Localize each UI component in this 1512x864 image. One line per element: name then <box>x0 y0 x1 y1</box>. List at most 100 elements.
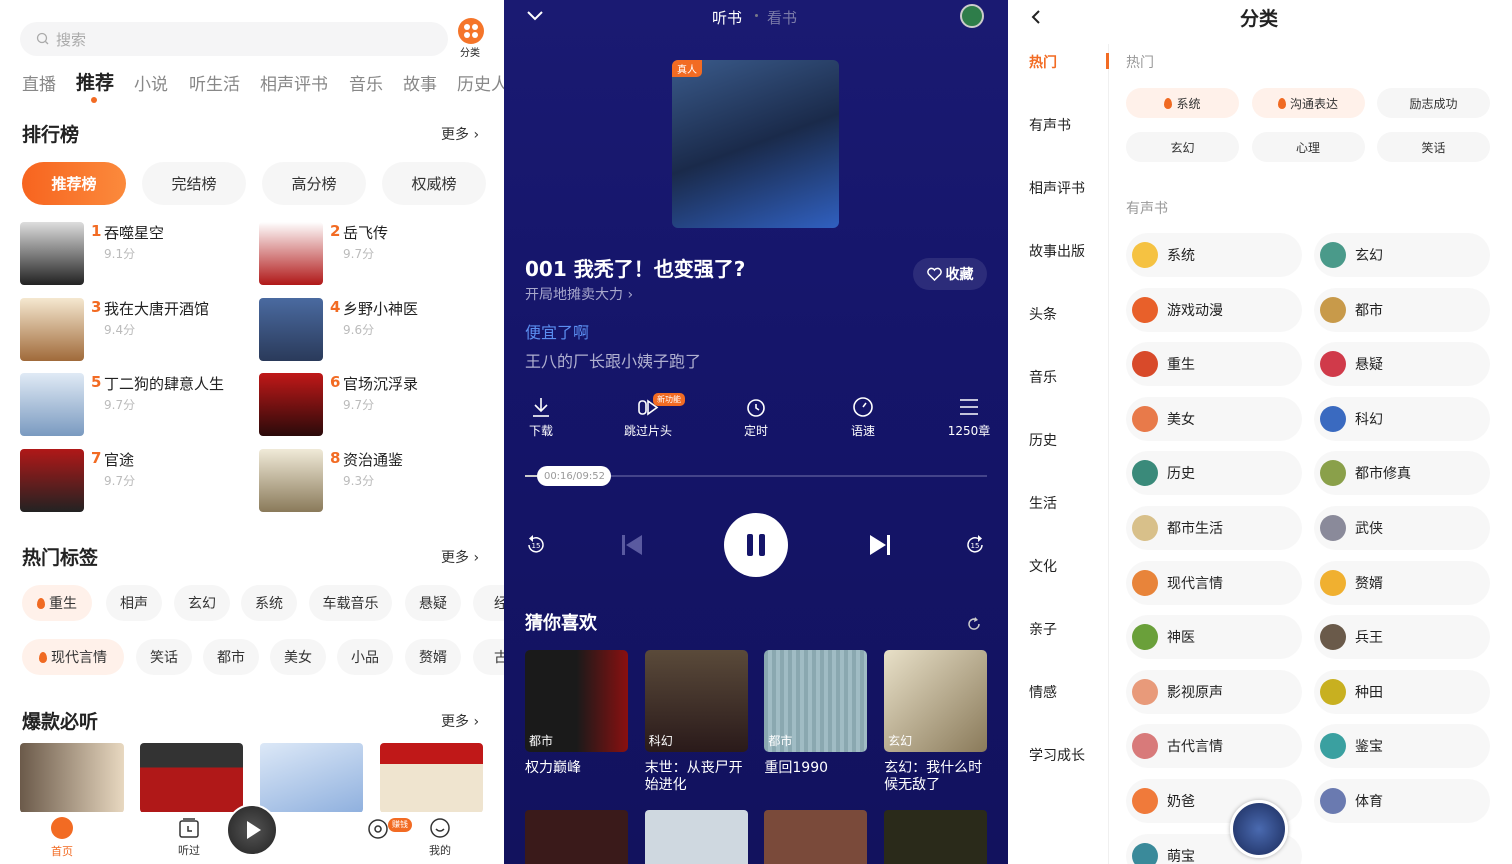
hot-chip[interactable]: 玄幻 <box>1126 132 1239 162</box>
nav-home[interactable]: 首页 <box>42 817 82 859</box>
sidebar-item[interactable]: 音乐 <box>1008 367 1108 387</box>
ranking-item[interactable]: 5 丁二狗的肆意人生 9.7分 <box>20 373 240 437</box>
sidebar-item[interactable]: 相声评书 <box>1008 178 1108 198</box>
category-item[interactable]: 都市生活 <box>1126 506 1302 550</box>
hot-tag[interactable]: 笑话 <box>136 639 192 675</box>
category-item[interactable]: 兵王 <box>1314 615 1490 660</box>
progress-thumb[interactable]: 00:16/09:52 <box>537 466 612 486</box>
tab-read[interactable]: 看书 <box>767 7 797 28</box>
chevron-down-icon[interactable] <box>525 8 545 24</box>
category-item[interactable]: 赘婿 <box>1314 560 1490 605</box>
search-input[interactable]: 搜索 <box>20 22 448 56</box>
tab-listen[interactable]: 听书 <box>712 7 742 28</box>
chapters-button[interactable]: 1250章 <box>929 396 1008 439</box>
sidebar-item[interactable]: 情感 <box>1008 682 1108 702</box>
tab-4[interactable]: 相声评书 <box>260 70 328 95</box>
ranking-item[interactable]: 1 吞噬星空 9.1分 <box>20 222 240 286</box>
ranking-item[interactable]: 8 资治通鉴 9.3分 <box>259 448 479 513</box>
speed-button[interactable]: 语速 <box>823 396 903 439</box>
ranking-item[interactable]: 2 岳飞传 9.7分 <box>259 222 479 286</box>
sidebar-item[interactable]: 生活 <box>1008 493 1108 513</box>
hot-tag[interactable]: 赘婿 <box>405 639 461 675</box>
next-icon[interactable] <box>868 533 892 557</box>
category-item[interactable]: 系统 <box>1126 233 1302 277</box>
hot-chip[interactable]: 心理 <box>1251 132 1365 162</box>
tab-7[interactable]: 历史人 <box>457 70 504 95</box>
pause-button[interactable] <box>724 513 788 577</box>
book-cover[interactable] <box>20 743 124 813</box>
book-cover[interactable] <box>140 743 243 813</box>
hot-tag[interactable]: 小品 <box>337 639 393 675</box>
book-cover[interactable]: 都市 <box>525 650 628 752</box>
book-cover[interactable] <box>380 743 483 813</box>
ranking-pill-1[interactable]: 完结榜 <box>142 162 246 205</box>
hot-tag[interactable]: 玄幻 <box>174 585 230 621</box>
category-item[interactable]: 玄幻 <box>1314 233 1490 277</box>
category-item[interactable]: 美女 <box>1126 396 1302 441</box>
sidebar-item[interactable]: 故事出版 <box>1008 241 1108 261</box>
category-item[interactable]: 现代言情 <box>1126 560 1302 605</box>
book-cover[interactable] <box>645 810 748 864</box>
category-label[interactable]: 分类 <box>460 44 480 59</box>
sidebar-item[interactable]: 历史 <box>1008 430 1108 450</box>
category-item[interactable]: 神医 <box>1126 615 1302 660</box>
book-cover[interactable] <box>764 810 867 864</box>
nav-mine[interactable]: 我的 <box>420 817 460 858</box>
book-cover[interactable] <box>884 810 987 864</box>
ranking-pill-2[interactable]: 高分榜 <box>262 162 366 205</box>
category-item[interactable]: 武侠 <box>1314 506 1490 550</box>
mini-player-button[interactable] <box>226 804 278 856</box>
category-item[interactable]: 悬疑 <box>1314 342 1490 387</box>
tab-1[interactable]: 推荐 <box>76 68 114 95</box>
hot-tag[interactable]: 都市 <box>203 639 259 675</box>
book-title[interactable]: 玄幻：我什么时候无敌了 <box>884 760 994 794</box>
book-title[interactable]: 权力巅峰 <box>525 760 635 777</box>
hot-tag[interactable]: 悬疑 <box>405 585 461 621</box>
sidebar-item[interactable]: 亲子 <box>1008 619 1108 639</box>
sidebar-item[interactable]: 学习成长 <box>1008 745 1108 765</box>
ranking-more-link[interactable]: 更多 › <box>441 124 479 144</box>
category-item[interactable]: 游戏动漫 <box>1126 287 1302 332</box>
must-listen-more-link[interactable]: 更多 › <box>441 711 479 731</box>
ranking-item[interactable]: 3 我在大唐开酒馆 9.4分 <box>20 297 240 362</box>
ranking-pill-3[interactable]: 权威榜 <box>382 162 486 205</box>
avatar[interactable] <box>960 4 984 28</box>
forward-15-icon[interactable]: 15 <box>964 534 986 556</box>
book-cover[interactable]: 都市 <box>764 650 868 752</box>
hot-tag[interactable]: 经 <box>473 585 504 621</box>
sidebar-item[interactable]: 热门 <box>1008 52 1108 72</box>
category-item[interactable]: 科幻 <box>1314 396 1490 441</box>
hot-tag[interactable]: 现代言情 <box>22 639 124 675</box>
ranking-item[interactable]: 4 乡野小神医 9.6分 <box>259 297 479 362</box>
book-cover[interactable] <box>260 743 363 813</box>
hot-tag[interactable]: 古 <box>473 639 504 675</box>
sidebar-item[interactable]: 有声书 <box>1008 115 1108 135</box>
download-button[interactable]: 下载 <box>504 396 581 439</box>
hot-chip[interactable]: 系统 <box>1126 88 1239 118</box>
category-item[interactable]: 重生 <box>1126 342 1302 387</box>
category-item[interactable]: 鉴宝 <box>1314 724 1490 769</box>
hot-chip[interactable]: 沟通表达 <box>1251 88 1365 118</box>
ranking-pill-0[interactable]: 推荐榜 <box>22 162 126 205</box>
favorite-button[interactable]: 收藏 <box>913 258 987 290</box>
tab-3[interactable]: 听生活 <box>189 70 240 95</box>
category-item[interactable]: 古代言情 <box>1126 724 1302 769</box>
previous-icon[interactable] <box>620 533 644 557</box>
hot-tag[interactable]: 车载音乐 <box>309 585 392 621</box>
category-item[interactable]: 历史 <box>1126 451 1302 496</box>
rewind-15-icon[interactable]: 15 <box>525 534 547 556</box>
back-icon[interactable] <box>1028 8 1044 26</box>
category-item[interactable]: 都市修真 <box>1314 451 1490 496</box>
refresh-icon[interactable] <box>966 616 982 632</box>
hot-tag[interactable]: 相声 <box>106 585 162 621</box>
book-title[interactable]: 重回1990 <box>764 760 874 777</box>
timer-button[interactable]: 定时 <box>716 396 796 439</box>
sidebar-item[interactable]: 文化 <box>1008 556 1108 576</box>
book-cover[interactable]: 玄幻 <box>884 650 988 752</box>
category-item[interactable]: 体育 <box>1314 779 1490 823</box>
nav-earn[interactable] <box>367 818 389 844</box>
ranking-item[interactable]: 6 官场沉浮录 9.7分 <box>259 373 479 437</box>
hot-tags-more-link[interactable]: 更多 › <box>441 547 479 567</box>
floating-player-disc[interactable] <box>1230 800 1288 858</box>
category-item[interactable]: 种田 <box>1314 669 1490 714</box>
